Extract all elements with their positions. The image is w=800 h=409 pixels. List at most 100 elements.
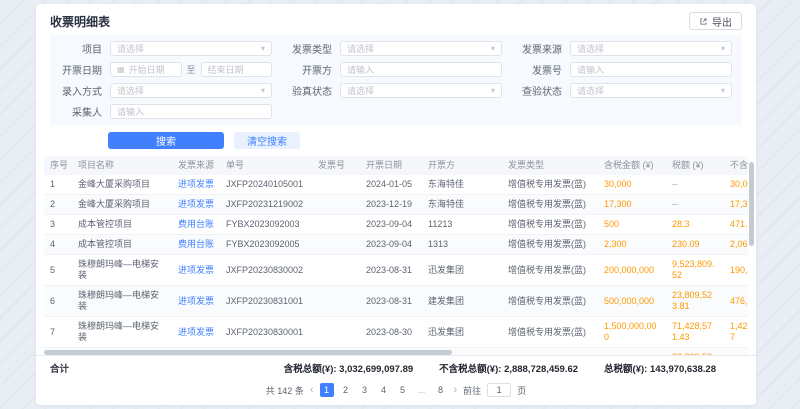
chevron-down-icon: ▾ (261, 45, 265, 53)
invoice-source-select[interactable]: 请选择 ▾ (570, 41, 732, 56)
summary-totals: 含税总额(¥): 3,032,699,097.89 不含税总额(¥): 2,88… (284, 361, 716, 375)
check-status-select[interactable]: 请选择 ▾ (570, 83, 732, 98)
invoice-source-label: 发票来源 (520, 41, 570, 56)
invoice-no-input[interactable]: 请输入 (570, 62, 732, 77)
filter-field-issuer: 开票方 请输入 (290, 62, 502, 77)
cell-project: 珠穆朗玛峰—电梯安装 (72, 286, 172, 317)
cell-order-no: JXFP20231219002 (220, 195, 312, 215)
export-button[interactable]: 导出 (689, 12, 742, 30)
title-bar: 收票明细表 导出 (36, 4, 756, 32)
search-button[interactable]: 搜索 (108, 132, 224, 149)
total-incl-tax: 含税总额(¥): 3,032,699,097.89 (284, 361, 413, 375)
page-buttons: 12345...8 (320, 383, 448, 397)
vertical-scrollbar[interactable] (749, 162, 754, 246)
horizontal-scrollbar-track (44, 350, 748, 355)
column-header: 发票来源 (172, 156, 220, 175)
clear-search-button[interactable]: 清空搜索 (234, 132, 300, 149)
page-title: 收票明细表 (50, 13, 110, 30)
cell-type: 增值税专用发票(蓝) (502, 286, 598, 317)
cell-date: 2024-01-05 (360, 175, 422, 195)
date-placeholder: 结束日期 (208, 63, 244, 76)
collector-input[interactable]: 请输入 (110, 104, 272, 119)
page-button-2[interactable]: 2 (339, 383, 353, 397)
cell-source[interactable]: 费用台账 (172, 235, 220, 255)
cell-invoice-no (312, 215, 360, 235)
cell-no: 2 (44, 195, 72, 215)
project-select[interactable]: 请选择 ▾ (110, 41, 272, 56)
filter-field-invoice-no: 发票号 请输入 (520, 62, 732, 77)
export-icon (699, 17, 708, 26)
table-row: 5珠穆朗玛峰—电梯安装进项发票JXFP202308300022023-08-31… (44, 255, 748, 286)
next-page-button[interactable]: › (454, 384, 458, 397)
cell-net: 1,428,571,428.57 (724, 317, 748, 348)
select-placeholder: 请选择 (117, 84, 144, 97)
cell-date: 2023-08-31 (360, 286, 422, 317)
cell-amount: 1,500,000,000 (598, 317, 666, 348)
cell-type: 增值税专用发票(蓝) (502, 317, 598, 348)
table-row: 4成本管控项目费用台账FYBX20230920052023-09-041313增… (44, 235, 748, 255)
cell-date: 2023-09-04 (360, 215, 422, 235)
chevron-down-icon: ▾ (721, 87, 725, 95)
cell-order-no: FYBX2023092003 (220, 215, 312, 235)
cell-source[interactable]: 进项发票 (172, 286, 220, 317)
filter-field-invoice-date: 开票日期 ▦ 开始日期 至 结束日期 (60, 62, 272, 77)
total-tax: 总税额(¥): 143,970,638.28 (604, 361, 716, 375)
cell-invoice-no (312, 255, 360, 286)
column-header: 开票方 (422, 156, 502, 175)
input-placeholder: 请输入 (577, 63, 604, 76)
cell-order-no: JXFP20230831001 (220, 286, 312, 317)
page-button-1[interactable]: 1 (320, 383, 334, 397)
cell-source[interactable]: 进项发票 (172, 195, 220, 215)
cell-issuer: 东海特佳 (422, 175, 502, 195)
verify-status-select[interactable]: 请选择 ▾ (340, 83, 502, 98)
select-placeholder: 请选择 (577, 84, 604, 97)
column-header: 含税金额 (¥) (598, 156, 666, 175)
summary-row: 合计 含税总额(¥): 3,032,699,097.89 不含税总额(¥): 2… (36, 355, 756, 379)
entry-method-select[interactable]: 请选择 ▾ (110, 83, 272, 98)
filter-field-project: 项目 请选择 ▾ (60, 41, 272, 56)
goto-page-input[interactable]: 1 (487, 383, 511, 397)
table-header-row: 序号项目名称发票来源单号发票号开票日期开票方发票类型含税金额 (¥)税额 (¥)… (44, 156, 748, 175)
cell-no: 3 (44, 215, 72, 235)
cell-project: 成本管控项目 (72, 235, 172, 255)
invoice-type-select[interactable]: 请选择 ▾ (340, 41, 502, 56)
filter-field-verify-status: 验真状态 请选择 ▾ (290, 83, 502, 98)
select-placeholder: 请选择 (347, 42, 374, 55)
filter-field-check-status: 查验状态 请选择 ▾ (520, 83, 732, 98)
cell-tax: -- (666, 175, 724, 195)
page-button-8[interactable]: 8 (434, 383, 448, 397)
project-label: 项目 (60, 41, 110, 56)
table-row: 3成本管控项目费用台账FYBX20230920032023-09-0411213… (44, 215, 748, 235)
cell-source[interactable]: 费用台账 (172, 215, 220, 235)
cell-order-no: JXFP20230830001 (220, 317, 312, 348)
cell-invoice-no (312, 235, 360, 255)
cell-date: 2023-09-04 (360, 235, 422, 255)
end-date-input[interactable]: 结束日期 (201, 62, 273, 77)
cell-amount: 2,300 (598, 235, 666, 255)
invoice-date-label: 开票日期 (60, 62, 110, 77)
cell-source[interactable]: 进项发票 (172, 255, 220, 286)
issuer-input[interactable]: 请输入 (340, 62, 502, 77)
chevron-down-icon: ▾ (721, 45, 725, 53)
invoice-table: 序号项目名称发票来源单号发票号开票日期开票方发票类型含税金额 (¥)税额 (¥)… (44, 156, 748, 355)
horizontal-scrollbar[interactable] (44, 350, 452, 355)
column-header: 单号 (220, 156, 312, 175)
cell-type: 增值税专用发票(蓝) (502, 175, 598, 195)
page-button-5[interactable]: 5 (396, 383, 410, 397)
cell-invoice-no (312, 317, 360, 348)
cell-order-no: JXFP20240105001 (220, 175, 312, 195)
cell-order-no: FYBX2023092005 (220, 235, 312, 255)
prev-page-button[interactable]: ‹ (310, 384, 314, 397)
issuer-label: 开票方 (290, 62, 340, 77)
cell-source[interactable]: 进项发票 (172, 175, 220, 195)
cell-issuer: 11213 (422, 215, 502, 235)
column-header: 不含税金额 (¥) (724, 156, 748, 175)
invoice-type-label: 发票类型 (290, 41, 340, 56)
cell-source[interactable]: 进项发票 (172, 317, 220, 348)
start-date-input[interactable]: ▦ 开始日期 (110, 62, 182, 77)
cell-date: 2023-08-30 (360, 317, 422, 348)
page-button-3[interactable]: 3 (358, 383, 372, 397)
cell-tax: 230.09 (666, 235, 724, 255)
table-row: 1金峰大厦采购项目进项发票JXFP202401050012024-01-05东海… (44, 175, 748, 195)
page-button-4[interactable]: 4 (377, 383, 391, 397)
